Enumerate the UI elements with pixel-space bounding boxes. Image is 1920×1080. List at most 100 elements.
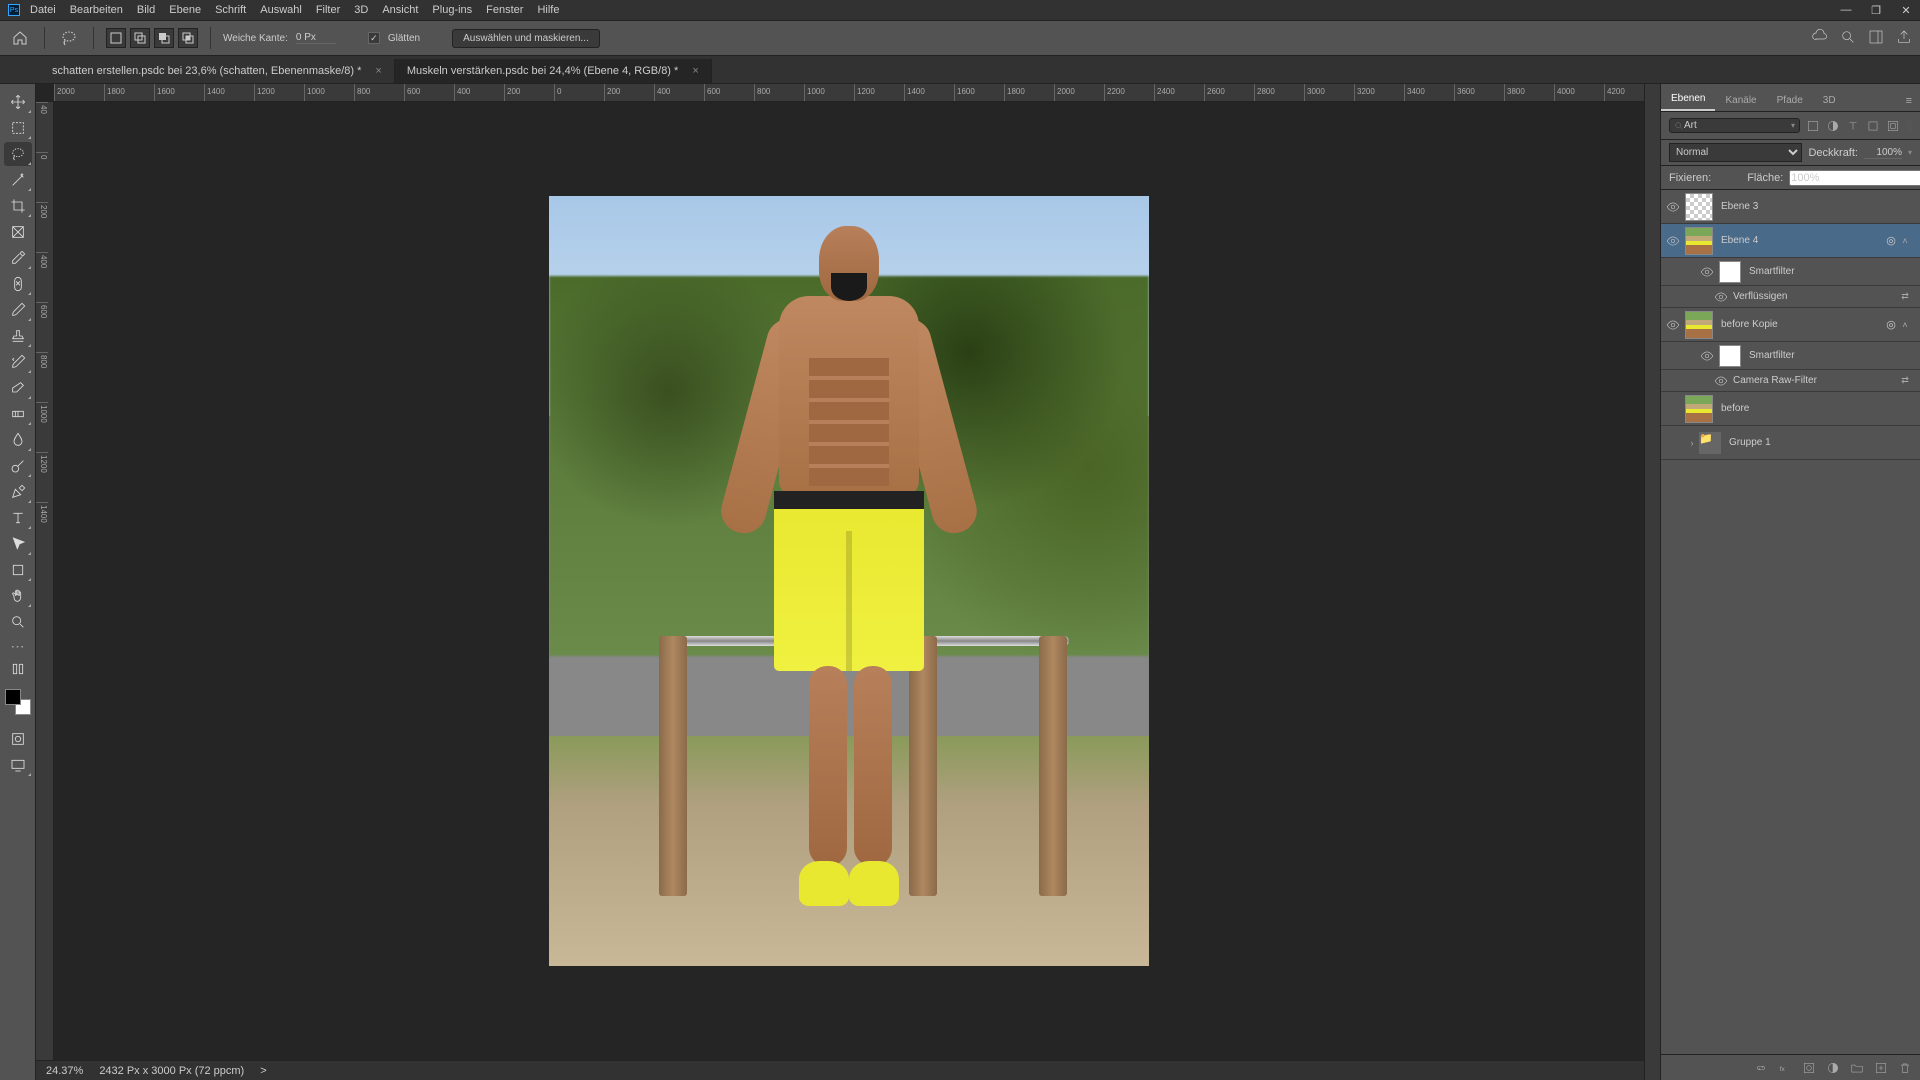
panel-menu-icon[interactable]: ≡	[1898, 91, 1920, 111]
menu-bild[interactable]: Bild	[137, 4, 155, 16]
layer-ebene3[interactable]: Ebene 3	[1661, 190, 1920, 224]
crop-tool[interactable]	[4, 194, 32, 218]
close-tab-icon[interactable]: ×	[692, 65, 698, 77]
menu-schrift[interactable]: Schrift	[215, 4, 246, 16]
visibility-toggle[interactable]	[1661, 318, 1685, 332]
expand-icon[interactable]: ˄	[1898, 320, 1912, 330]
visibility-toggle[interactable]	[1695, 349, 1719, 363]
tab-kanaele[interactable]: Kanäle	[1715, 90, 1766, 111]
tab-schatten[interactable]: schatten erstellen.psdc bei 23,6% (schat…	[40, 59, 395, 83]
layer-camera-raw[interactable]: Camera Raw-Filter ⇄	[1661, 370, 1920, 392]
pen-tool[interactable]	[4, 480, 32, 504]
filter-pixel-icon[interactable]	[1806, 119, 1820, 133]
stamp-tool[interactable]	[4, 324, 32, 348]
group-icon[interactable]	[1850, 1061, 1864, 1075]
new-layer-icon[interactable]	[1874, 1061, 1888, 1075]
blend-mode-select[interactable]: Normal	[1669, 143, 1802, 162]
expand-icon[interactable]: ˄	[1898, 236, 1912, 246]
feather-input[interactable]	[296, 32, 336, 44]
gradient-tool[interactable]	[4, 402, 32, 426]
cloud-icon[interactable]	[1812, 29, 1828, 48]
filter-shape-icon[interactable]	[1866, 119, 1880, 133]
workspace-icon[interactable]	[1868, 29, 1884, 48]
layer-name[interactable]: Gruppe 1	[1729, 437, 1912, 448]
layer-name[interactable]: before Kopie	[1721, 319, 1884, 330]
filter-adjust-icon[interactable]	[1826, 119, 1840, 133]
layer-gruppe1[interactable]: › 📁 Gruppe 1	[1661, 426, 1920, 460]
filter-blend-icon[interactable]: ⇄	[1898, 291, 1912, 302]
filter-smart-icon[interactable]	[1886, 119, 1900, 133]
home-button[interactable]	[8, 26, 32, 50]
select-and-mask-button[interactable]: Auswählen und maskieren...	[452, 29, 600, 48]
adjustment-icon[interactable]	[1826, 1061, 1840, 1075]
screenmode-button[interactable]	[4, 753, 32, 777]
history-brush-tool[interactable]	[4, 350, 32, 374]
sel-intersect-button[interactable]	[178, 28, 198, 48]
visibility-toggle[interactable]	[1709, 374, 1733, 388]
layer-name[interactable]: Ebene 3	[1721, 201, 1912, 212]
marquee-tool[interactable]	[4, 116, 32, 140]
menu-filter[interactable]: Filter	[316, 4, 340, 16]
search-icon[interactable]	[1840, 29, 1856, 48]
menu-fenster[interactable]: Fenster	[486, 4, 523, 16]
sel-sub-button[interactable]	[154, 28, 174, 48]
layer-verfluessigen[interactable]: Verflüssigen ⇄	[1661, 286, 1920, 308]
opacity-input[interactable]	[1864, 147, 1902, 159]
blur-tool[interactable]	[4, 428, 32, 452]
layer-before-kopie[interactable]: before Kopie ◎ ˄	[1661, 308, 1920, 342]
layer-before[interactable]: before	[1661, 392, 1920, 426]
menu-plugins[interactable]: Plug-ins	[432, 4, 472, 16]
fill-input[interactable]	[1789, 170, 1920, 186]
more-tools-icon[interactable]: ⋯	[11, 638, 25, 655]
sel-add-button[interactable]	[130, 28, 150, 48]
link-icon[interactable]	[1754, 1061, 1768, 1075]
sel-new-button[interactable]	[106, 28, 126, 48]
filter-name[interactable]: Camera Raw-Filter	[1733, 375, 1898, 386]
filter-type-select[interactable]	[1684, 120, 1724, 131]
layer-name[interactable]: before	[1721, 403, 1912, 414]
close-tab-icon[interactable]: ×	[375, 65, 381, 77]
hand-tool[interactable]	[4, 584, 32, 608]
tab-ebenen[interactable]: Ebenen	[1661, 88, 1715, 111]
layer-filter-type[interactable]: ▾	[1669, 118, 1800, 133]
visibility-toggle[interactable]	[1709, 290, 1733, 304]
heal-tool[interactable]	[4, 272, 32, 296]
path-select-tool[interactable]	[4, 532, 32, 556]
filter-toggle[interactable]	[1906, 120, 1912, 132]
layer-name[interactable]: Ebene 4	[1721, 235, 1884, 246]
mask-icon[interactable]	[1802, 1061, 1816, 1075]
layer-smartfilter-2[interactable]: Smartfilter	[1661, 342, 1920, 370]
menu-ansicht[interactable]: Ansicht	[382, 4, 418, 16]
share-icon[interactable]	[1896, 29, 1912, 48]
type-tool[interactable]	[4, 506, 32, 530]
dodge-tool[interactable]	[4, 454, 32, 478]
expand-group-icon[interactable]: ›	[1685, 438, 1699, 448]
panel-gutter[interactable]	[1644, 84, 1660, 1080]
brush-tool[interactable]	[4, 298, 32, 322]
close-button[interactable]: ✕	[1900, 4, 1912, 17]
maximize-button[interactable]: ❐	[1870, 4, 1882, 17]
filter-name[interactable]: Verflüssigen	[1733, 291, 1898, 302]
quickmask-button[interactable]	[4, 727, 32, 751]
visibility-toggle[interactable]	[1661, 234, 1685, 248]
doc-info[interactable]: 2432 Px x 3000 Px (72 ppcm)	[99, 1065, 244, 1077]
tab-3d[interactable]: 3D	[1813, 90, 1846, 111]
zoom-level[interactable]: 24.37%	[46, 1065, 83, 1077]
filter-type-icon[interactable]	[1846, 119, 1860, 133]
menu-hilfe[interactable]: Hilfe	[537, 4, 559, 16]
shape-tool[interactable]	[4, 558, 32, 582]
info-arrow-icon[interactable]: >	[260, 1065, 266, 1077]
layer-smartfilter[interactable]: Smartfilter	[1661, 258, 1920, 286]
frame-tool[interactable]	[4, 220, 32, 244]
menu-ebene[interactable]: Ebene	[169, 4, 201, 16]
color-swatches[interactable]	[5, 689, 31, 715]
minimize-button[interactable]: —	[1840, 4, 1852, 17]
fx-icon[interactable]: fx	[1778, 1061, 1792, 1075]
visibility-toggle[interactable]	[1695, 265, 1719, 279]
layer-ebene4[interactable]: Ebene 4 ◎ ˄	[1661, 224, 1920, 258]
lasso-tool-icon[interactable]	[57, 26, 81, 50]
edit-toolbar-icon[interactable]	[4, 657, 32, 681]
zoom-tool[interactable]	[4, 610, 32, 634]
tab-muskeln[interactable]: Muskeln verstärken.psdc bei 24,4% (Ebene…	[395, 59, 712, 83]
trash-icon[interactable]	[1898, 1061, 1912, 1075]
